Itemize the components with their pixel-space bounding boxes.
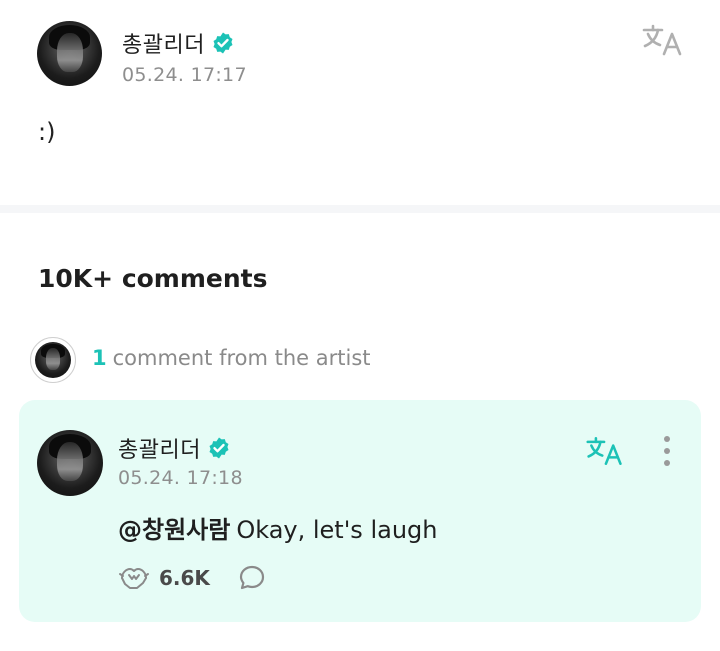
comments-count: 10K+ comments bbox=[38, 264, 268, 293]
comment-author-name: 총괄리더 bbox=[118, 438, 201, 463]
artist-comment-label: 1 comment from the artist bbox=[92, 346, 371, 370]
verified-badge-icon bbox=[211, 31, 235, 61]
translate-icon[interactable] bbox=[585, 434, 625, 472]
post-author-name: 총괄리더 bbox=[122, 33, 205, 58]
section-divider bbox=[0, 205, 720, 213]
comment-author[interactable]: 총괄리더 bbox=[118, 432, 231, 466]
post-author[interactable]: 총괄리더 bbox=[122, 27, 235, 61]
comment-text: @창원사람 Okay, let's laugh bbox=[118, 510, 437, 545]
post-body: :) bbox=[38, 118, 56, 146]
post-date: 05.24. 17:17 bbox=[122, 64, 247, 86]
artist-avatar bbox=[35, 342, 71, 378]
more-vertical-icon[interactable] bbox=[660, 436, 674, 470]
verified-badge-icon bbox=[207, 436, 231, 466]
translate-icon[interactable] bbox=[641, 22, 685, 62]
comment-body: Okay, let's laugh bbox=[236, 516, 438, 544]
comment-bubble-icon[interactable] bbox=[238, 564, 266, 597]
artist-comment-text: comment from the artist bbox=[112, 346, 371, 370]
comment-date: 05.24. 17:18 bbox=[118, 467, 243, 489]
artist-comment-card: 총괄리더 05.24. 17:18 @창원사람 Okay, let's laugh bbox=[19, 400, 701, 622]
comment-mention[interactable]: @창원사람 bbox=[118, 516, 230, 544]
comment-author-avatar[interactable] bbox=[37, 430, 103, 496]
author-avatar[interactable] bbox=[37, 21, 102, 86]
heart-hands-icon[interactable] bbox=[118, 564, 150, 597]
like-count: 6.6K bbox=[159, 566, 210, 590]
post: 총괄리더 05.24. 17:17 :) bbox=[0, 0, 720, 205]
artist-comment-count: 1 bbox=[92, 346, 107, 370]
